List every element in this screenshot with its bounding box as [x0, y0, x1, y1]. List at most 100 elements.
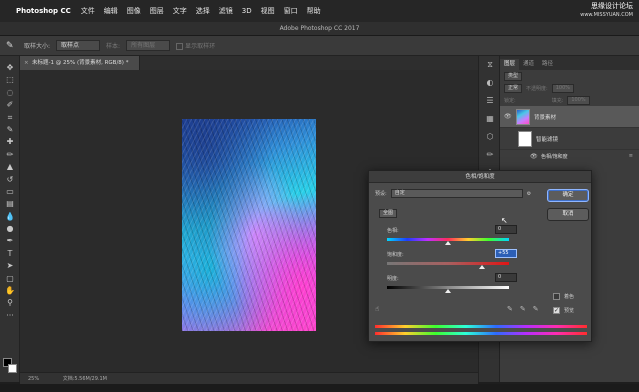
- sample-size-select[interactable]: 取样点: [56, 40, 101, 51]
- shape-tool-icon[interactable]: ▢: [0, 273, 20, 285]
- eyedropper-icon[interactable]: ✎: [6, 40, 18, 52]
- eyedropper-tool-icon[interactable]: ✎: [0, 124, 20, 136]
- targeted-adjust-row: ☝: [375, 305, 379, 313]
- zoom-level[interactable]: 25%: [28, 376, 39, 382]
- ok-button[interactable]: 确定: [547, 189, 589, 202]
- document-tab[interactable]: × 未标题-1 @ 25% (背景素材, RGB/8) *: [20, 56, 140, 70]
- fill-field[interactable]: 100%: [567, 95, 590, 105]
- layer-row[interactable]: 👁 背景素材: [500, 106, 639, 128]
- cancel-button[interactable]: 取消: [547, 208, 589, 221]
- menu-help[interactable]: 帮助: [307, 6, 321, 16]
- history-brush-icon[interactable]: ↺: [0, 174, 20, 186]
- menu-window[interactable]: 窗口: [284, 6, 298, 16]
- lightness-thumb[interactable]: [445, 289, 451, 293]
- smart-filter-row[interactable]: 智能滤镜: [500, 128, 639, 150]
- eraser-tool-icon[interactable]: ▭: [0, 186, 20, 198]
- document-info[interactable]: 文档:5.56M/29.1M: [63, 376, 107, 382]
- menu-view[interactable]: 视图: [261, 6, 275, 16]
- menu-type[interactable]: 文字: [173, 6, 187, 16]
- more-tools-icon[interactable]: ···: [0, 310, 20, 322]
- color-swatches[interactable]: [3, 358, 17, 374]
- layer-thumbnail: [516, 108, 530, 125]
- show-ring-option[interactable]: 显示取样环: [176, 41, 215, 50]
- menu-layer[interactable]: 图层: [150, 6, 164, 16]
- close-tab-icon[interactable]: ×: [24, 56, 29, 70]
- window-title-bar: Adobe Photoshop CC 2017: [0, 22, 639, 36]
- saturation-slider[interactable]: 饱和度: +55: [387, 249, 517, 269]
- lightness-slider[interactable]: 明度: 0: [387, 273, 517, 293]
- dialog-title: 色相/饱和度: [369, 171, 591, 183]
- layer-kind-select[interactable]: 类型: [504, 71, 523, 81]
- lasso-tool-icon[interactable]: ◌: [0, 87, 20, 99]
- background-color-swatch[interactable]: [8, 364, 17, 373]
- properties-panel-icon[interactable]: ☰: [479, 92, 501, 110]
- healing-tool-icon[interactable]: ✚: [0, 136, 20, 148]
- layer-name[interactable]: 背景素材: [534, 113, 556, 121]
- stamp-tool-icon[interactable]: ▲: [0, 161, 20, 173]
- filter-row[interactable]: 👁 色相/饱和度 ≡: [500, 150, 639, 162]
- visibility-eye-icon[interactable]: 👁: [504, 113, 512, 120]
- menu-select[interactable]: 选择: [196, 6, 210, 16]
- tab-paths[interactable]: 路径: [538, 59, 557, 70]
- eyedropper-icon[interactable]: ✎: [507, 305, 513, 313]
- targeted-adjustment-hand-icon[interactable]: ☝: [375, 305, 379, 313]
- brush-panel-icon[interactable]: ✏: [479, 146, 501, 164]
- preview-row[interactable]: ✓ 预览: [553, 307, 574, 314]
- 3d-panel-icon[interactable]: ⬡: [479, 128, 501, 146]
- hand-tool-icon[interactable]: ✋: [0, 285, 20, 297]
- window-title: Adobe Photoshop CC 2017: [279, 25, 360, 32]
- lock-label: 锁定:: [504, 97, 516, 104]
- menu-file[interactable]: 文件: [81, 6, 95, 16]
- dodge-tool-icon[interactable]: ●: [0, 223, 20, 235]
- crop-tool-icon[interactable]: ⌗: [0, 112, 20, 124]
- preset-select[interactable]: 自定: [390, 189, 523, 198]
- hue-slider[interactable]: 色相: 0: [387, 225, 517, 245]
- path-select-tool-icon[interactable]: ➤: [0, 260, 20, 272]
- menu-app-name[interactable]: Photoshop CC: [16, 7, 71, 15]
- eyedropper-plus-icon[interactable]: ✎: [520, 305, 526, 313]
- colorize-row[interactable]: 着色: [553, 293, 574, 300]
- adjustments-panel-icon[interactable]: ◐: [479, 74, 501, 92]
- tab-layers[interactable]: 图层: [500, 59, 520, 70]
- filter-options-icon[interactable]: ≡: [629, 153, 633, 159]
- document-artwork[interactable]: [182, 119, 316, 331]
- saturation-input[interactable]: +55: [495, 249, 517, 258]
- zoom-tool-icon[interactable]: ⚲: [0, 297, 20, 309]
- preview-checkbox[interactable]: ✓: [553, 307, 560, 314]
- blur-tool-icon[interactable]: 💧: [0, 211, 20, 223]
- lock-row: 锁定: 填充: 100%: [500, 94, 639, 106]
- move-tool-icon[interactable]: ✥: [0, 62, 20, 74]
- channel-select[interactable]: 全图: [379, 209, 398, 218]
- filter-visibility-eye-icon[interactable]: 👁: [530, 153, 538, 160]
- hue-input[interactable]: 0: [495, 225, 517, 234]
- preset-options-icon[interactable]: ⚙: [527, 191, 531, 197]
- hue-thumb[interactable]: [445, 241, 451, 245]
- history-panel-icon[interactable]: ⧖: [479, 56, 501, 74]
- colorize-label: 着色: [564, 294, 575, 300]
- filter-name: 色相/饱和度: [541, 153, 568, 160]
- quick-select-tool-icon[interactable]: ✐: [0, 99, 20, 111]
- brush-tool-icon[interactable]: ✏: [0, 149, 20, 161]
- output-color-bar: [375, 332, 587, 335]
- gradient-tool-icon[interactable]: ▤: [0, 198, 20, 210]
- saturation-thumb[interactable]: [478, 265, 485, 269]
- show-ring-checkbox[interactable]: [176, 43, 184, 50]
- menu-3d[interactable]: 3D: [242, 7, 252, 15]
- saturation-label: 饱和度:: [387, 252, 404, 258]
- smart-filter-mask-thumbnail[interactable]: [518, 130, 532, 147]
- opacity-field[interactable]: 100%: [551, 83, 574, 93]
- menu-filter[interactable]: 滤镜: [219, 6, 233, 16]
- swatches-panel-icon[interactable]: ▦: [479, 110, 501, 128]
- menu-edit[interactable]: 编辑: [104, 6, 118, 16]
- lightness-input[interactable]: 0: [495, 273, 517, 282]
- tab-channels[interactable]: 通道: [519, 59, 538, 70]
- marquee-tool-icon[interactable]: ⬚: [0, 74, 20, 86]
- type-tool-icon[interactable]: T: [0, 248, 20, 260]
- pen-tool-icon[interactable]: ✒: [0, 235, 20, 247]
- sample-select[interactable]: 所有图层: [126, 40, 171, 51]
- menu-image[interactable]: 图像: [127, 6, 141, 16]
- blend-mode-select[interactable]: 正常: [504, 83, 523, 93]
- saturation-track[interactable]: [387, 262, 509, 265]
- eyedropper-minus-icon[interactable]: ✎: [533, 305, 539, 313]
- colorize-checkbox[interactable]: [553, 293, 560, 300]
